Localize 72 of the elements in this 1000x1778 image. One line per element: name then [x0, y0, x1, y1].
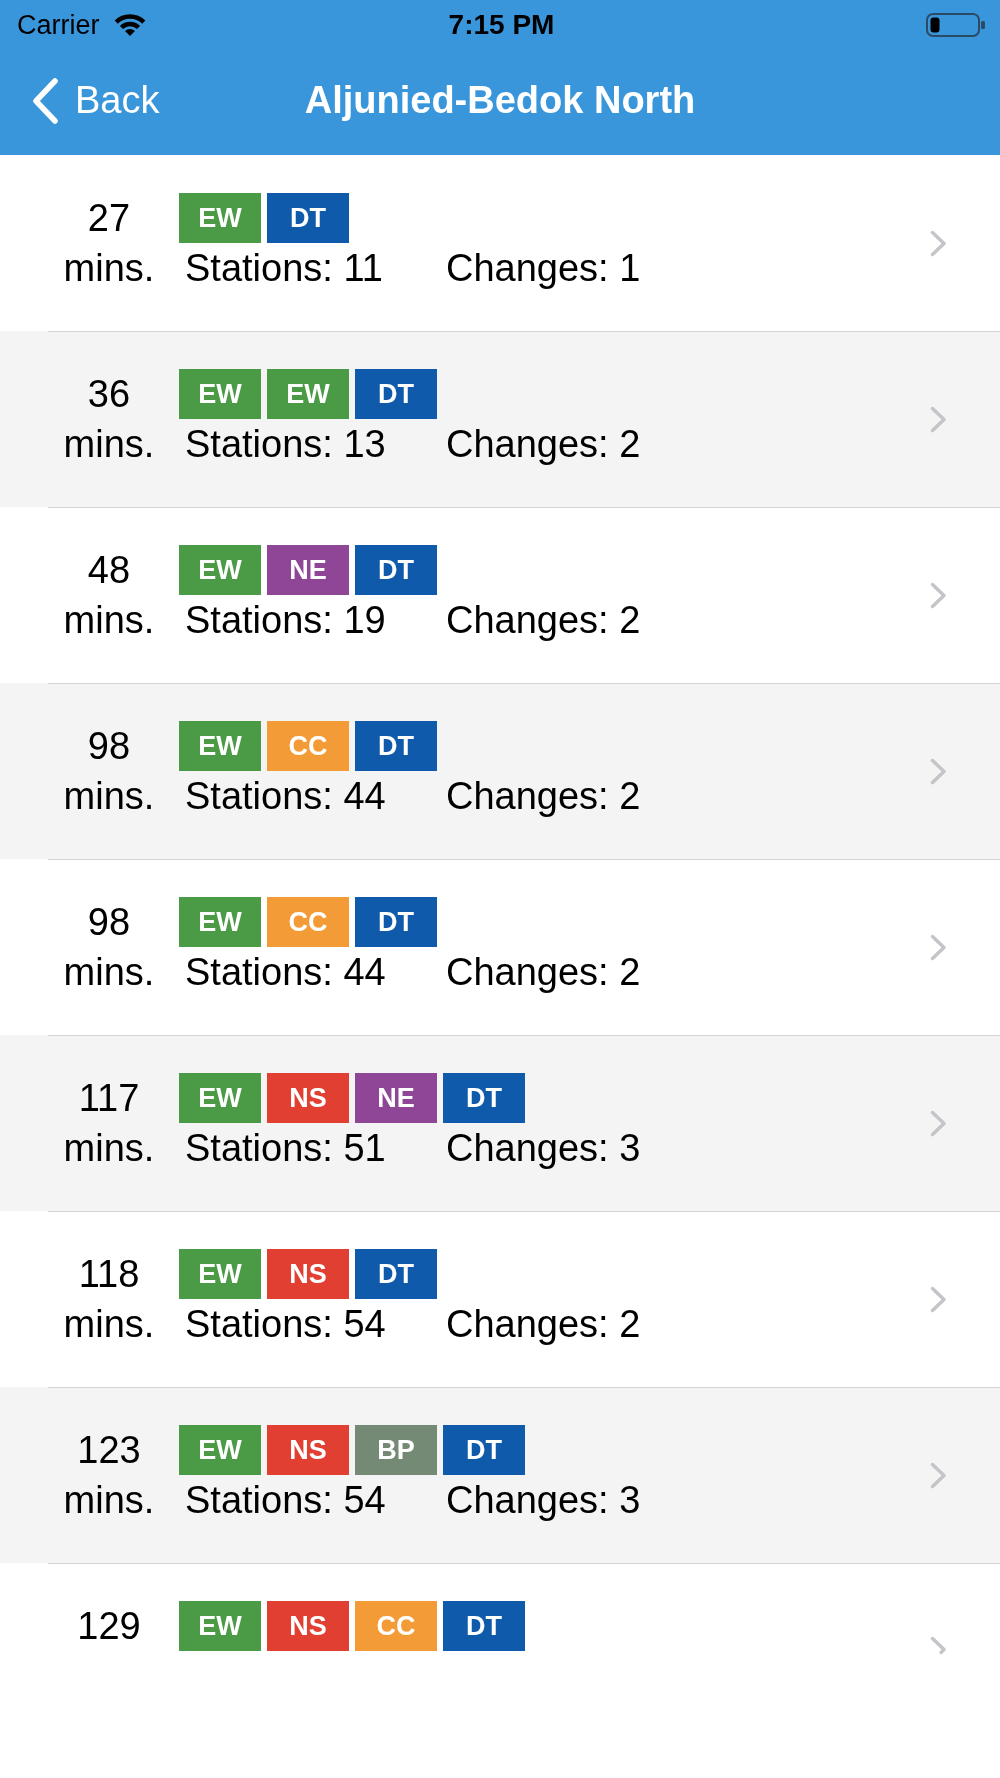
line-badge: DT — [443, 1425, 525, 1475]
carrier-label: Carrier — [17, 9, 100, 41]
route-row[interactable]: 98 mins. EW CC DT Stations: 44 Changes: 2 — [0, 683, 1000, 859]
battery-icon — [926, 13, 986, 37]
line-badge: DT — [355, 721, 437, 771]
travel-time: 117 — [78, 1076, 140, 1121]
line-badge: DT — [355, 369, 437, 419]
line-badge: EW — [179, 1249, 261, 1299]
time-unit: mins. — [63, 776, 155, 816]
wifi-icon — [112, 12, 147, 38]
travel-time: 48 — [87, 548, 131, 593]
line-badge: DT — [443, 1073, 525, 1123]
change-count: Changes: 2 — [446, 424, 641, 464]
station-count: Stations: 54 — [185, 1480, 387, 1520]
line-badge: NS — [267, 1601, 349, 1651]
time-unit: mins. — [63, 1128, 155, 1168]
time-unit: mins. — [63, 1304, 155, 1344]
line-badge: EW — [179, 1073, 261, 1123]
travel-time: 36 — [87, 372, 131, 417]
screen-title: Aljunied-Bedok North — [304, 79, 696, 122]
change-count: Changes: 3 — [446, 1128, 641, 1168]
line-badge: EW — [267, 369, 349, 419]
line-badge: DT — [355, 1249, 437, 1299]
time-unit: mins. — [63, 248, 155, 288]
line-badge: NE — [355, 1073, 437, 1123]
status-time: 7:15 PM — [448, 9, 555, 41]
chevron-left-icon — [31, 77, 59, 124]
travel-time: 27 — [87, 196, 131, 241]
line-badge: NS — [267, 1249, 349, 1299]
route-row[interactable]: 117 mins. EW NS NE DT Stations: 51 Changes: 3 — [0, 1035, 1000, 1211]
station-count: Stations: 19 — [185, 600, 387, 640]
line-badge: CC — [267, 721, 349, 771]
time-unit: mins. — [63, 600, 155, 640]
change-count: Changes: 2 — [446, 600, 641, 640]
line-badge: DT — [443, 1601, 525, 1651]
line-badge: DT — [355, 545, 437, 595]
route-row[interactable]: 36 mins. EW EW DT Stations: 13 Changes: 2 — [0, 331, 1000, 507]
station-count: Stations: 54 — [185, 1304, 387, 1344]
change-count: Changes: 1 — [446, 248, 641, 288]
line-badge: DT — [267, 193, 349, 243]
line-badge: EW — [179, 721, 261, 771]
line-badge: EW — [179, 1425, 261, 1475]
station-count: Stations: 44 — [185, 952, 387, 992]
line-badge: NS — [267, 1073, 349, 1123]
line-badge: BP — [355, 1425, 437, 1475]
change-count: Changes: 2 — [446, 952, 641, 992]
time-unit: mins. — [63, 1480, 155, 1520]
travel-time: 123 — [77, 1428, 141, 1473]
route-row[interactable]: 123 mins. EW NS BP DT Stations: 54 Changes: 3 — [0, 1387, 1000, 1563]
travel-time: 98 — [87, 900, 131, 945]
line-badge: CC — [355, 1601, 437, 1651]
station-count: Stations: 11 — [185, 248, 384, 288]
line-badge: EW — [179, 193, 261, 243]
station-count: Stations: 51 — [185, 1128, 387, 1168]
travel-time: 129 — [77, 1604, 141, 1649]
line-badge: EW — [179, 545, 261, 595]
change-count: Changes: 2 — [446, 776, 641, 816]
time-unit: mins. — [63, 952, 155, 992]
line-badge: EW — [179, 1601, 261, 1651]
line-badge: NE — [267, 545, 349, 595]
change-count: Changes: 3 — [446, 1480, 641, 1520]
station-count: Stations: 44 — [185, 776, 387, 816]
line-badge: EW — [179, 897, 261, 947]
travel-time: 118 — [78, 1252, 140, 1297]
line-badge: DT — [355, 897, 437, 947]
time-unit: mins. — [63, 424, 155, 464]
line-badge: CC — [267, 897, 349, 947]
line-badge: NS — [267, 1425, 349, 1475]
travel-time: 98 — [87, 724, 131, 769]
change-count: Changes: 2 — [446, 1304, 641, 1344]
line-badge: EW — [179, 369, 261, 419]
station-count: Stations: 13 — [185, 424, 387, 464]
